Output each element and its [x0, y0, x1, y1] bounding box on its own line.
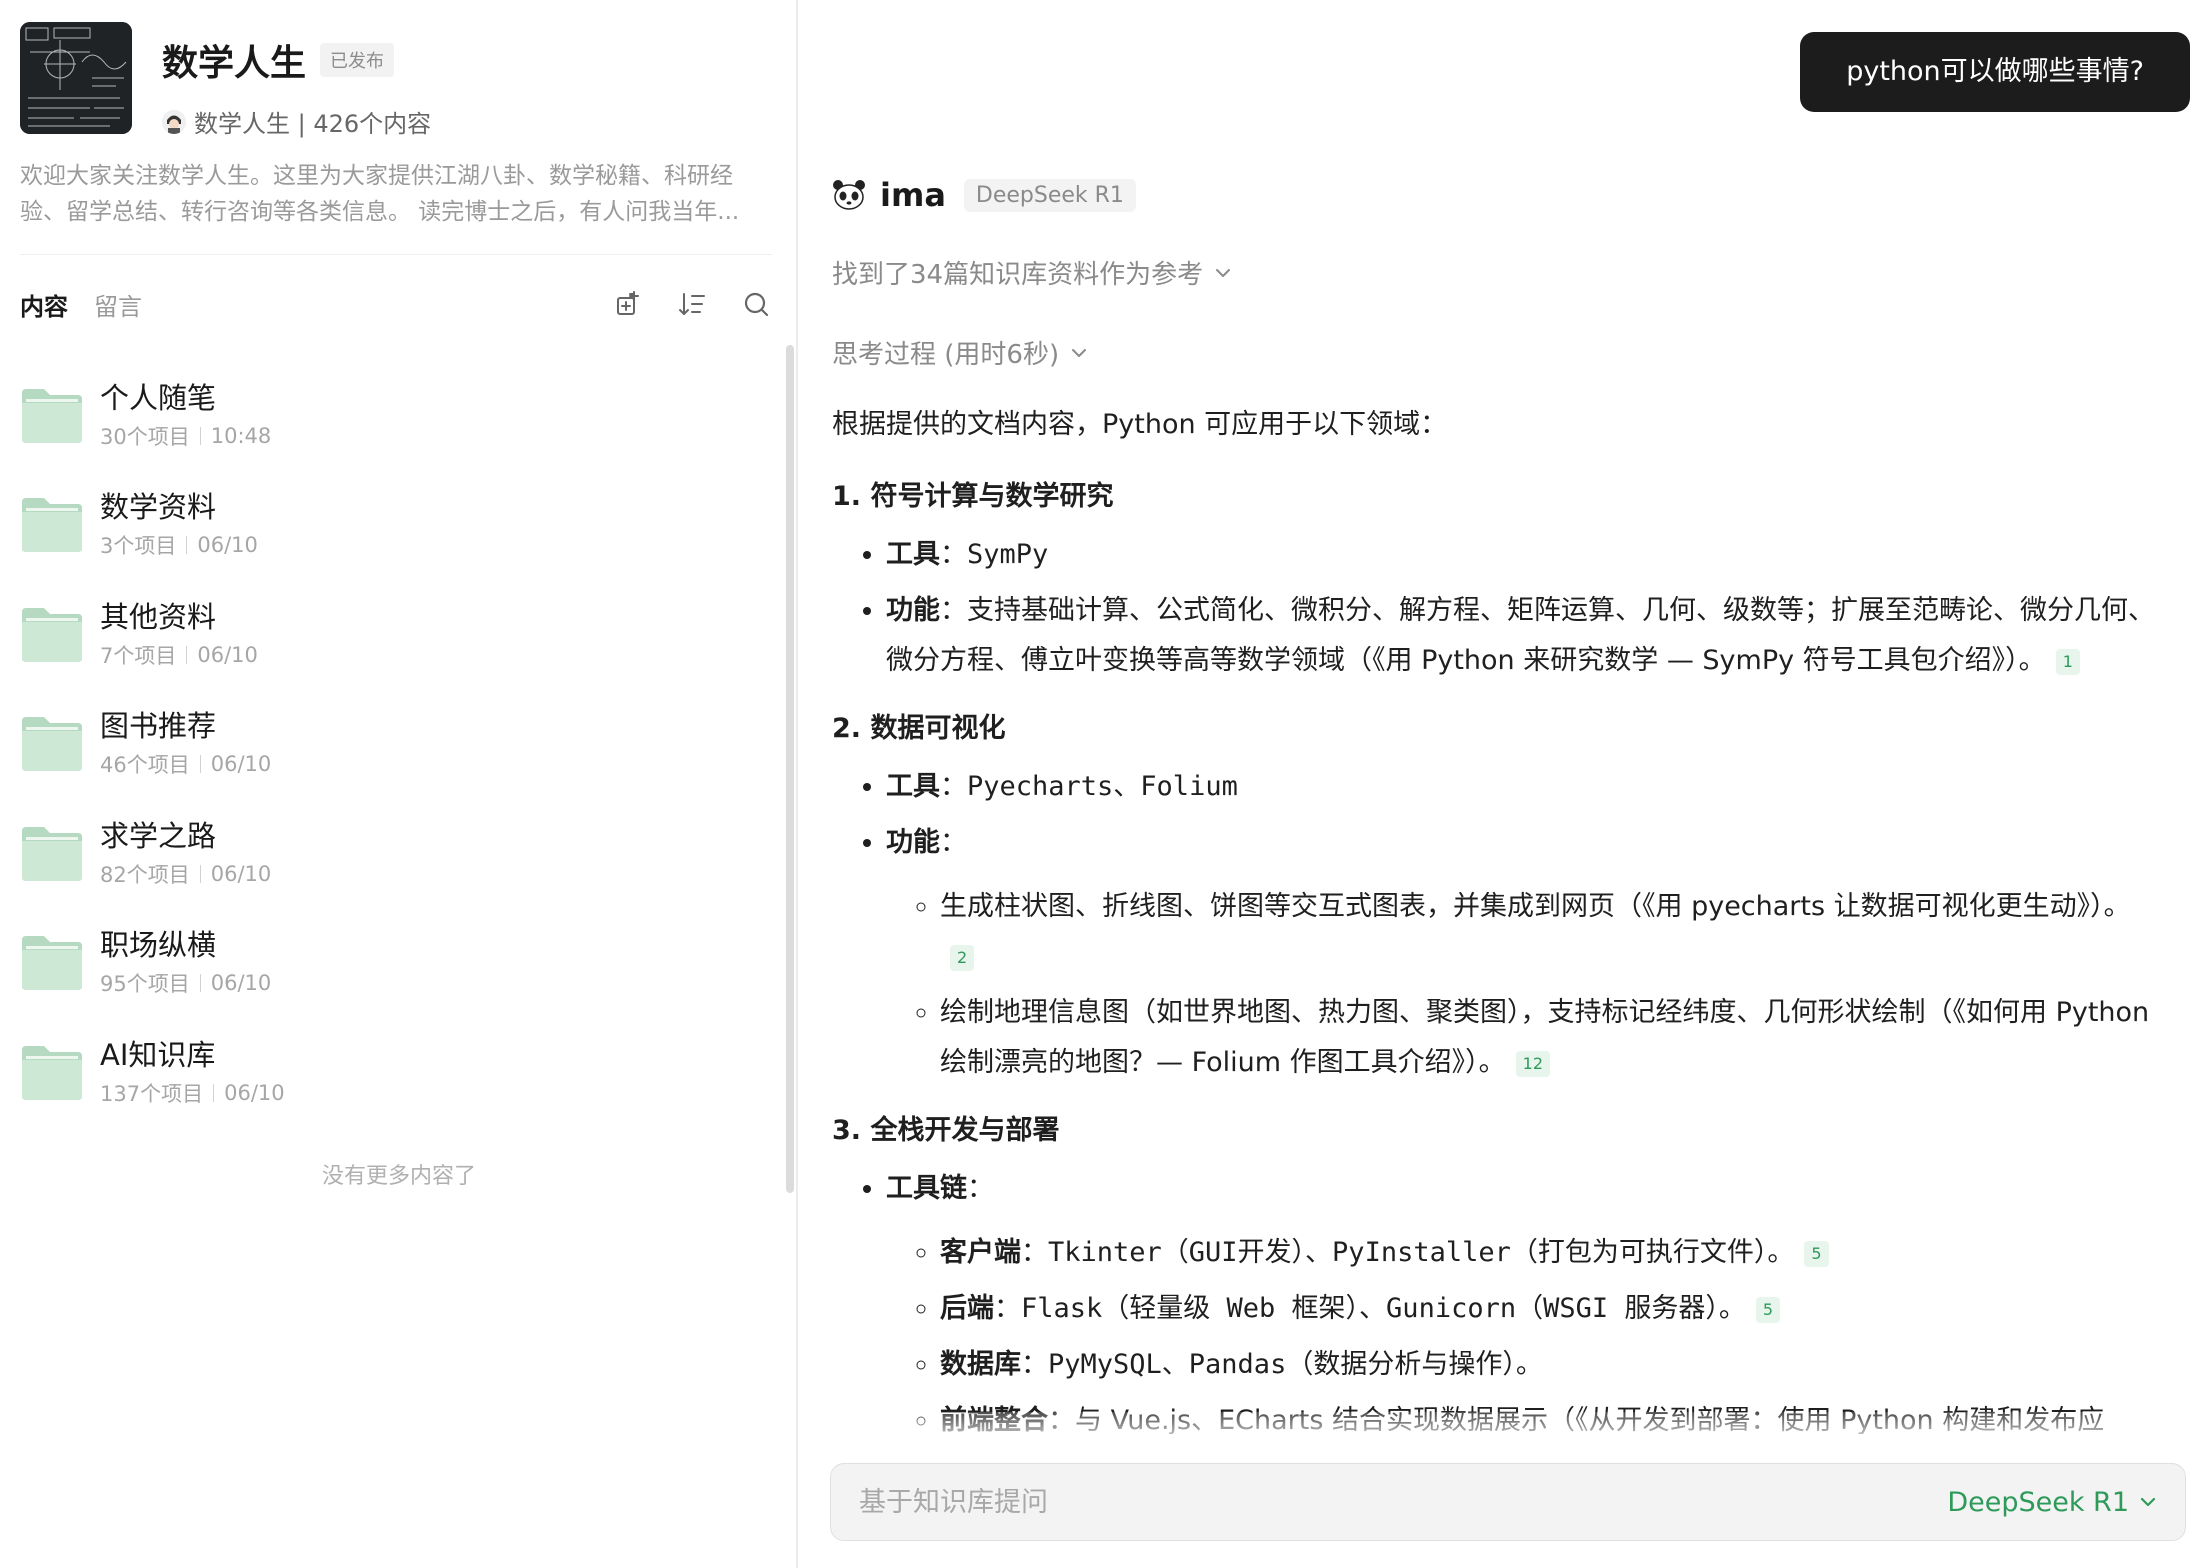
folder-item[interactable]: 个人随笔 30个项目 10:48 [20, 360, 760, 470]
tab-comments[interactable]: 留言 [94, 287, 142, 322]
divider [20, 254, 772, 255]
kb-cover-image[interactable] [20, 22, 132, 134]
question-input[interactable] [857, 1485, 1948, 1519]
folder-icon [20, 385, 84, 445]
folder-item[interactable]: 数学资料 3个项目 06/10 [20, 470, 760, 580]
sort-icon[interactable] [676, 288, 708, 320]
folder-icon [20, 494, 84, 554]
folder-name: 图书推荐 [100, 709, 217, 744]
folder-item[interactable]: 求学之路 82个项目 06/10 [20, 798, 760, 908]
folder-icon [20, 713, 84, 773]
folder-date: 06/10 [210, 752, 272, 777]
citation-badge[interactable]: 1 [2055, 648, 2080, 675]
list-item: 功能： 生成柱状图、折线图、饼图等交互式图表，并集成到网页（《用 pyechar… [886, 818, 2172, 1088]
folder-item[interactable]: 图书推荐 46个项目 06/10 [20, 689, 760, 799]
folder-name: 数学资料 [100, 490, 217, 525]
folder-date: 06/10 [210, 971, 272, 996]
section-heading: 3. 全栈开发与部署 [832, 1115, 1060, 1146]
citation-badge[interactable]: 5 [1755, 1296, 1781, 1323]
folder-name: 其他资料 [100, 599, 217, 634]
folder-count: 46个项目 [100, 753, 190, 778]
assistant-name: ima [880, 176, 946, 214]
folder-count: 7个项目 [100, 643, 177, 668]
folder-name: 职场纵横 [100, 928, 217, 963]
chevron-down-icon [1213, 263, 1233, 283]
thinking-toggle-label: 思考过程 (用时6秒) [832, 340, 1060, 370]
folder-icon [20, 604, 84, 664]
assistant-answer: 根据提供的文档内容，Python 可应用于以下领域： 1. 符号计算与数学研究 … [832, 404, 2172, 1434]
folder-count: 3个项目 [100, 534, 177, 559]
folder-date: 06/10 [210, 861, 272, 886]
folder-date: 06/10 [197, 642, 258, 667]
model-selector[interactable]: DeepSeek R1 [1947, 1487, 2159, 1518]
folder-icon [20, 932, 84, 992]
folder-date: 10:48 [210, 423, 272, 448]
search-icon[interactable] [740, 288, 772, 320]
folder-name: AI知识库 [100, 1037, 216, 1072]
kb-owner-line: 数学人生 | 426个内容 [194, 110, 432, 138]
section-heading: 2. 数据可视化 [832, 713, 1006, 744]
owner-avatar[interactable] [162, 109, 186, 134]
sub-list-item: 绘制地理信息图（如世界地图、热力图、聚类图），支持标记经纬度、几何形状绘制（《如… [940, 988, 2172, 1088]
chat-panel: python可以做哪些事情? ima DeepSeek R1 找到了34篇知识库… [798, 0, 2212, 1568]
chevron-down-icon [2137, 1491, 2159, 1513]
folder-date: 06/10 [224, 1080, 285, 1105]
app-window: 数学人生 已发布 数学人生 | 426个内容 欢迎大家关注数学人生。这里为大家提… [0, 0, 2212, 1568]
list-item: 工具链： 客户端：Tkinter（GUI开发）、PyInstaller（打包为可… [886, 1164, 2172, 1434]
answer-intro: 根据提供的文档内容，Python 可应用于以下领域： [832, 409, 1448, 440]
sub-list-item: 生成柱状图、折线图、饼图等交互式图表，并集成到网页（《用 pyecharts 让… [940, 882, 2172, 982]
folder-count: 137个项目 [100, 1081, 204, 1106]
content-tabs: 内容 留言 [20, 284, 772, 324]
folder-icon [20, 823, 84, 883]
list-item: 功能：支持基础计算、公式简化、微积分、解方程、矩阵运算、几何、级数等；扩展至范畴… [886, 586, 2172, 686]
add-folder-icon[interactable] [612, 288, 644, 320]
folder-count: 95个项目 [100, 972, 190, 997]
folder-count: 30个项目 [100, 424, 190, 449]
model-selector-label: DeepSeek R1 [1947, 1486, 2129, 1518]
list-item: 工具：SymPy [886, 530, 2172, 580]
user-message-bubble: python可以做哪些事情? [1800, 32, 2190, 112]
references-toggle[interactable]: 找到了34篇知识库资料作为参考 [832, 254, 1233, 291]
knowledge-base-panel: 数学人生 已发布 数学人生 | 426个内容 欢迎大家关注数学人生。这里为大家提… [0, 0, 798, 1568]
citation-badge[interactable]: 2 [950, 944, 975, 971]
folder-date: 06/10 [197, 533, 258, 558]
folder-name: 个人随笔 [100, 380, 217, 415]
sub-list-item: 后端：Flask（轻量级 Web 框架）、Gunicorn（WSGI 服务器）。… [940, 1284, 2172, 1334]
folder-icon [20, 1042, 84, 1102]
citation-badge[interactable]: 12 [1515, 1050, 1551, 1077]
no-more-content-text: 没有更多内容了 [321, 1164, 476, 1189]
folder-item[interactable]: 其他资料 7个项目 06/10 [20, 579, 760, 689]
published-badge: 已发布 [320, 43, 395, 77]
model-tag: DeepSeek R1 [963, 178, 1136, 212]
sub-list-item: 数据库：PyMySQL、Pandas（数据分析与操作）。 [940, 1340, 2172, 1390]
folder-list-scrollbar[interactable] [786, 345, 794, 1193]
assistant-header: ima DeepSeek R1 [832, 176, 1136, 214]
thinking-process-toggle[interactable]: 思考过程 (用时6秒) [832, 334, 1089, 371]
kb-title: 数学人生 [162, 43, 307, 84]
content-fade-overlay [798, 1412, 2212, 1448]
kb-header: 数学人生 已发布 数学人生 | 426个内容 [20, 22, 431, 139]
folder-item[interactable]: 职场纵横 95个项目 06/10 [20, 908, 760, 1018]
citation-badge[interactable]: 5 [1804, 1240, 1829, 1267]
folder-list: 个人随笔 30个项目 10:48 数学资料 3个项目 06/10 其他资料 7个… [20, 360, 760, 1127]
kb-description: 欢迎大家关注数学人生。这里为大家提供江湖八卦、数学秘籍、科研经验、留学总结、转行… [20, 163, 740, 225]
section-heading: 1. 符号计算与数学研究 [832, 481, 1114, 512]
references-toggle-label: 找到了34篇知识库资料作为参考 [832, 260, 1204, 290]
question-input-box: DeepSeek R1 [830, 1463, 2186, 1541]
folder-count: 82个项目 [100, 862, 190, 887]
folder-item[interactable]: AI知识库 137个项目 06/10 [20, 1017, 760, 1127]
folder-name: 求学之路 [100, 818, 217, 853]
list-item: 工具：Pyecharts、Folium [886, 762, 2172, 812]
tab-content[interactable]: 内容 [20, 287, 68, 322]
sub-list-item: 客户端：Tkinter（GUI开发）、PyInstaller（打包为可执行文件）… [940, 1228, 2172, 1278]
chevron-down-icon [1069, 343, 1089, 363]
panda-icon [832, 178, 866, 212]
